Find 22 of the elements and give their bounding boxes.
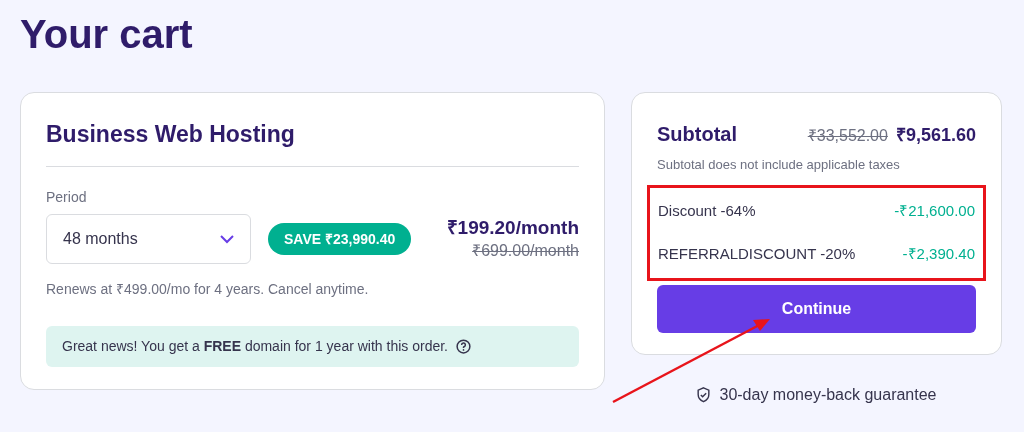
discount-label: Discount -64% <box>658 201 756 221</box>
savings-badge: SAVE ₹23,990.40 <box>268 223 412 255</box>
monthly-price: ₹199.20/month <box>446 216 579 240</box>
original-price: ₹699.00/month <box>472 241 579 261</box>
subtotal-amount: ₹9,561.60 <box>895 124 976 147</box>
guarantee-text: 30-day money-back guarantee <box>719 385 937 405</box>
period-label: Period <box>46 188 87 207</box>
continue-button[interactable]: Continue <box>657 284 976 333</box>
domain-note: Great news! You get a FREE domain for 1 year with this order. <box>62 337 448 356</box>
chevron-down-icon <box>220 234 234 244</box>
help-icon[interactable] <box>456 339 471 354</box>
discount-label: REFERRALDISCOUNT -20% <box>658 243 856 264</box>
renewal-note: Renews at ₹499.00/mo for 4 years. Cancel anytime. <box>46 280 369 299</box>
period-select[interactable]: 48 months <box>46 214 251 264</box>
old-subtotal: ₹33,552.00 <box>807 126 888 146</box>
discount-amount: -₹2,390.40 <box>902 243 975 264</box>
product-title: Business Web Hosting <box>46 120 295 149</box>
discount-amount: -₹21,600.00 <box>894 201 975 221</box>
tax-note: Subtotal does not include applicable taxes <box>657 156 900 174</box>
subtotal-label: Subtotal <box>657 122 737 147</box>
page-title: Your cart <box>20 11 193 58</box>
shield-check-icon <box>696 387 712 403</box>
